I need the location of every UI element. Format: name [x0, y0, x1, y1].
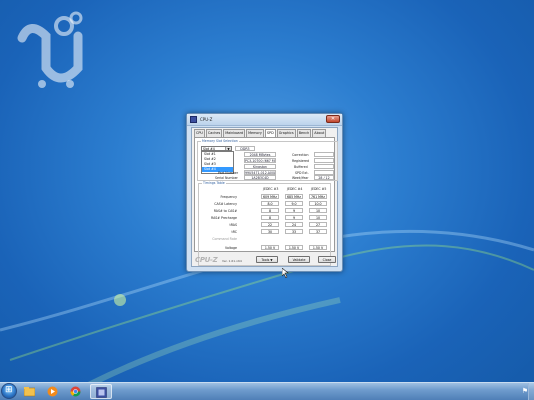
timing-cell: 9	[285, 215, 303, 220]
correction-label: Correction	[292, 153, 309, 157]
timing-cell: 37	[309, 229, 327, 234]
row-label-voltage: Voltage	[225, 246, 237, 250]
chevron-down-icon[interactable]: ▼	[225, 147, 231, 151]
serial-number-field: 1A2B3C4D	[244, 175, 276, 180]
memory-type-field: DDR3	[235, 146, 255, 151]
timings-group-label: Timings Table	[202, 181, 226, 185]
folder-icon	[24, 387, 35, 397]
timing-cell: 1.50 V	[285, 245, 303, 250]
window-footer: CPU-Z Ver. 1.61.x64 Tools▼ Validate Clos…	[192, 253, 337, 266]
timing-cell: 27	[309, 222, 327, 227]
timing-cell: 10	[309, 215, 327, 220]
timing-col-3: JEDEC #5	[311, 187, 327, 191]
row-label-tras: tRAS	[229, 223, 237, 227]
window-client: CPU Caches Mainboard Memory SPD Graphics…	[191, 127, 338, 267]
show-desktop-button[interactable]	[528, 383, 534, 400]
tools-button[interactable]: Tools▼	[256, 256, 278, 263]
timing-cell: 9	[285, 208, 303, 213]
tab-mainboard[interactable]: Mainboard	[223, 129, 246, 137]
validate-button[interactable]: Validate	[288, 256, 310, 263]
tab-caches[interactable]: Caches	[205, 129, 223, 137]
taskbar-media-player[interactable]	[42, 384, 64, 399]
cpuz-window[interactable]: CPU-Z ✕ CPU Caches Mainboard Memory SPD …	[186, 113, 343, 272]
registered-field	[314, 158, 334, 163]
close-window-button[interactable]: ✕	[326, 115, 340, 123]
week-year-field: 28 / 12	[314, 175, 334, 180]
timing-cell: 30	[261, 229, 279, 234]
start-button[interactable]	[1, 383, 17, 399]
row-label-ras-cas: RAS# to CAS#	[213, 209, 237, 213]
watermark-logo	[17, 11, 83, 88]
cpuz-brand-logo: CPU-Z	[195, 256, 218, 264]
week-year-label: Week/Year	[292, 176, 309, 180]
tab-graphics[interactable]: Graphics	[276, 129, 296, 137]
title-bar[interactable]: CPU-Z ✕	[187, 114, 342, 126]
spd-panel: Memory Slot Selection Slot #4 ▼ Slot #1 …	[194, 137, 338, 266]
timing-cell: 609 MHz	[261, 194, 279, 199]
buffered-field	[314, 164, 334, 169]
registered-label: Registered	[292, 159, 310, 163]
max-bandwidth-field: PC3-10700 (667 MHz)	[244, 158, 276, 163]
taskbar-cpuz[interactable]	[90, 384, 112, 399]
timing-cell: 10.0	[309, 201, 327, 206]
timing-cell: 33	[285, 229, 303, 234]
timing-cell: 1.50 V	[261, 245, 279, 250]
tab-strip: CPU Caches Mainboard Memory SPD Graphics…	[194, 129, 335, 138]
timing-cell: 1.50 V	[309, 245, 327, 250]
cursor-icon	[282, 268, 289, 278]
chevron-down-icon: ▼	[270, 258, 273, 262]
tab-memory[interactable]: Memory	[246, 129, 264, 137]
tools-button-label: Tools	[261, 258, 270, 262]
timing-cell: 8	[261, 208, 279, 213]
spd-ext-label: SPD Ext.	[295, 171, 309, 175]
row-label-frequency: Frequency	[220, 195, 237, 199]
timing-cell: 8	[261, 215, 279, 220]
timing-col-2: JEDEC #4	[287, 187, 303, 191]
timing-cell: 22	[261, 222, 279, 227]
buffered-label: Buffered	[294, 165, 308, 169]
timing-cell: 24	[285, 222, 303, 227]
media-player-icon	[47, 386, 58, 397]
taskbar: ⚑	[0, 382, 534, 400]
part-number-label: Part Number	[218, 171, 239, 175]
tab-cpu[interactable]: CPU	[194, 129, 205, 137]
timing-cell: 9.0	[285, 201, 303, 206]
window-title: CPU-Z	[200, 117, 213, 122]
chrome-icon	[70, 386, 81, 397]
correction-field	[314, 152, 334, 157]
cpuz-icon	[96, 387, 107, 398]
version-label: Ver. 1.61.x64	[222, 259, 242, 263]
row-label-trc: tRC	[231, 230, 237, 234]
slot-group-label: Memory Slot Selection	[201, 139, 239, 143]
row-label-command-rate: Command Rate	[212, 237, 237, 241]
timing-cell: 10	[309, 208, 327, 213]
timing-cell: 685 MHz	[285, 194, 303, 199]
module-size-field: 2048 MBytes	[244, 152, 276, 157]
row-label-cas: CAS# Latency	[214, 202, 237, 206]
close-button[interactable]: Close	[318, 256, 336, 263]
timing-cell: 8.0	[261, 201, 279, 206]
slot-selection-group: Memory Slot Selection Slot #4 ▼ Slot #1 …	[197, 139, 338, 181]
taskbar-explorer[interactable]	[19, 384, 41, 399]
tab-about[interactable]: About	[312, 129, 327, 137]
timing-cell: 761 MHz	[309, 194, 327, 199]
timing-col-1: JEDEC #3	[263, 187, 279, 191]
serial-number-label: Serial Number	[215, 176, 238, 180]
tab-bench[interactable]: Bench	[296, 129, 312, 137]
manufacturer-field: Kingston	[244, 164, 276, 169]
cpuz-app-icon	[190, 116, 197, 123]
taskbar-chrome[interactable]	[65, 384, 87, 399]
row-label-ras-precharge: RAS# Precharge	[210, 216, 237, 220]
